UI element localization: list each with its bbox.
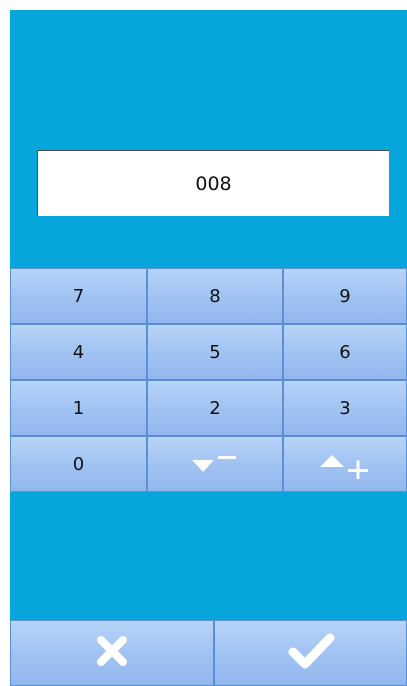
numeric-input-screen: 008 7 8 9 4 5 6 1 2 3 0: [10, 10, 407, 686]
cancel-button[interactable]: [10, 620, 214, 686]
key-9[interactable]: 9: [283, 268, 407, 324]
key-2[interactable]: 2: [147, 380, 283, 436]
key-0[interactable]: 0: [10, 436, 147, 492]
decrement-button[interactable]: [147, 436, 283, 492]
key-5[interactable]: 5: [147, 324, 283, 380]
key-6[interactable]: 6: [283, 324, 407, 380]
increment-plus-icon: [317, 449, 373, 479]
checkmark-icon: [287, 632, 335, 674]
key-4[interactable]: 4: [10, 324, 147, 380]
action-bar: [10, 620, 407, 686]
decrement-minus-icon: [188, 452, 242, 476]
key-7[interactable]: 7: [10, 268, 147, 324]
key-3[interactable]: 3: [283, 380, 407, 436]
value-text: 008: [195, 172, 232, 195]
key-8[interactable]: 8: [147, 268, 283, 324]
close-x-icon: [95, 634, 129, 672]
increment-button[interactable]: [283, 436, 407, 492]
key-1[interactable]: 1: [10, 380, 147, 436]
numeric-keypad: 7 8 9 4 5 6 1 2 3 0: [10, 268, 407, 492]
value-display: 008: [37, 150, 389, 216]
confirm-button[interactable]: [214, 620, 407, 686]
